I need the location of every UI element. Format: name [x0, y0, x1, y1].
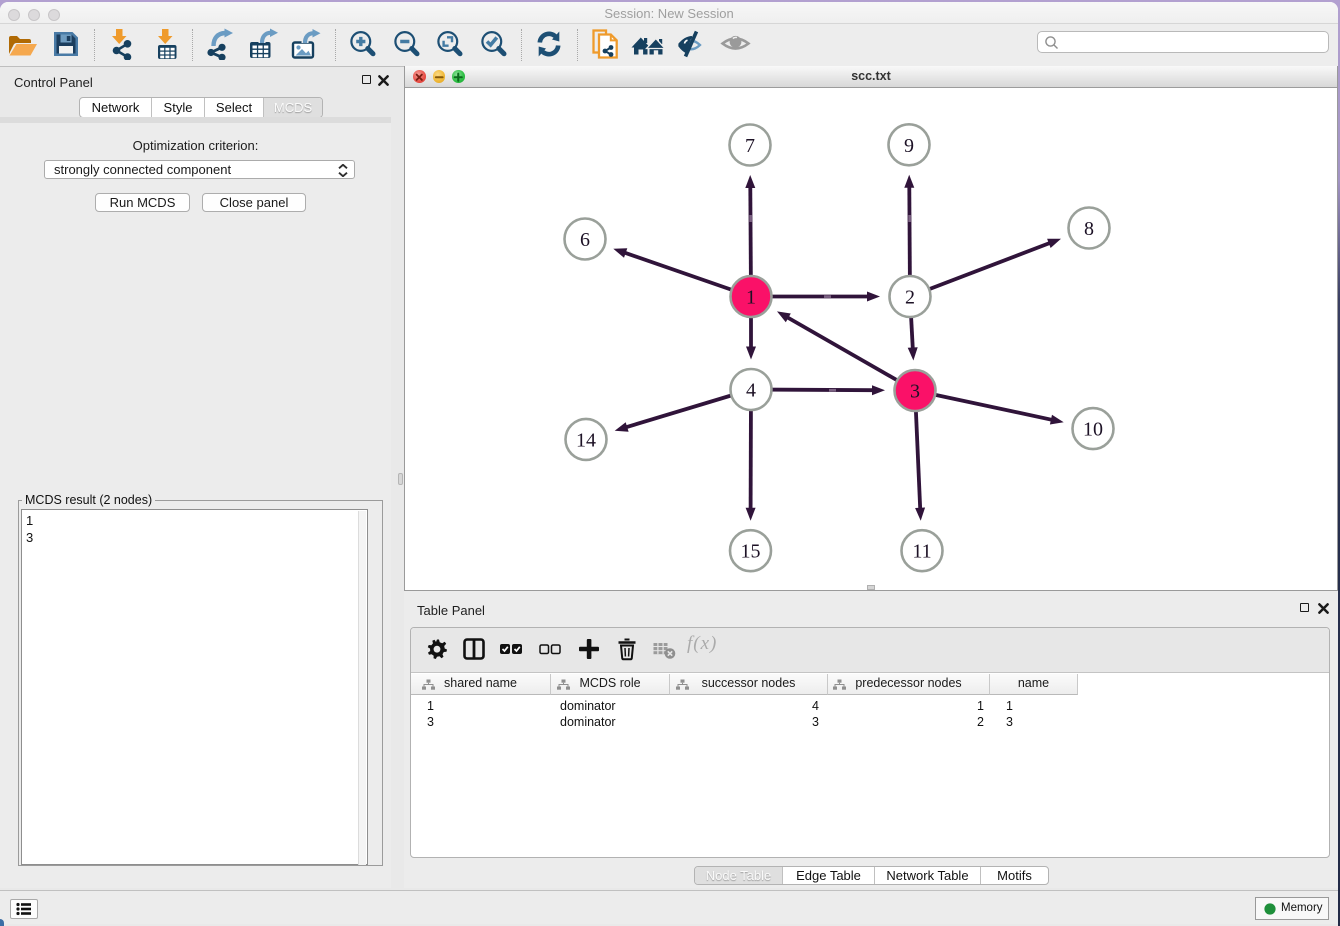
svg-text:9: 9 [904, 135, 914, 157]
svg-text:11: 11 [912, 541, 931, 563]
svg-text:10: 10 [1083, 419, 1103, 441]
svg-text:6: 6 [580, 229, 590, 251]
svg-text:2: 2 [905, 287, 915, 309]
svg-text:1: 1 [746, 287, 756, 309]
svg-text:7: 7 [745, 135, 755, 157]
svg-text:14: 14 [576, 429, 596, 451]
svg-text:3: 3 [910, 381, 920, 403]
svg-text:15: 15 [741, 541, 761, 563]
svg-text:8: 8 [1084, 218, 1094, 240]
svg-text:4: 4 [746, 380, 756, 402]
